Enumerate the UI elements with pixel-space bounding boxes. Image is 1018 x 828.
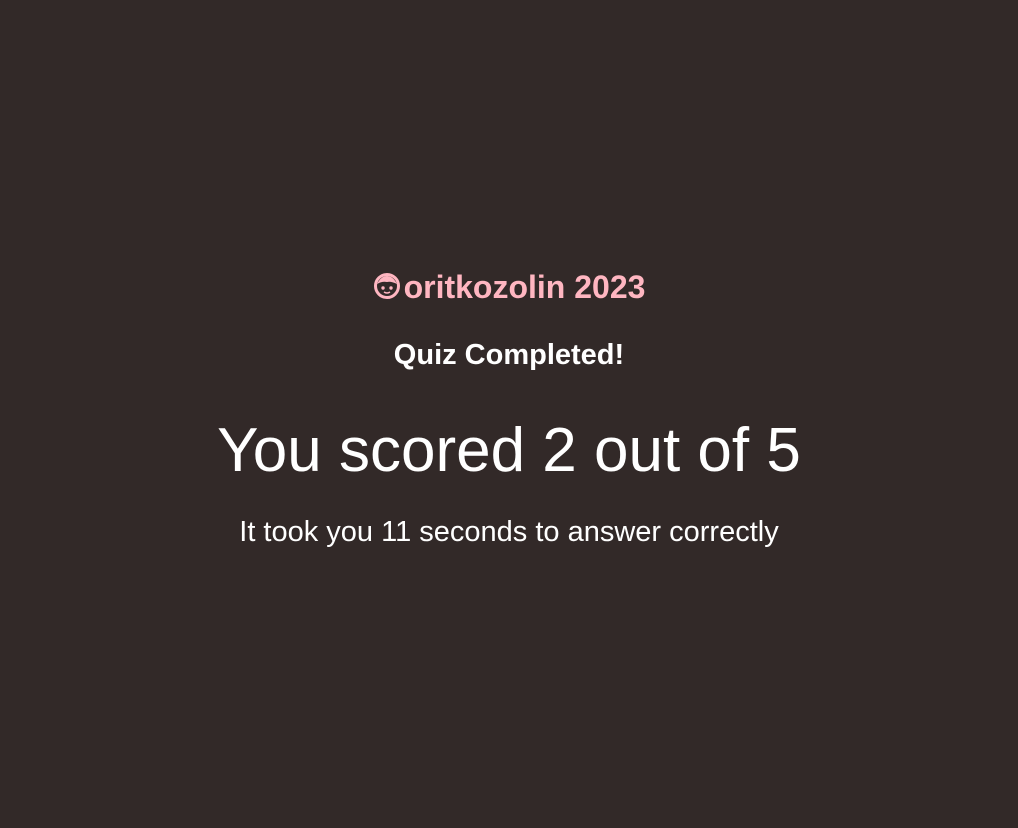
quiz-status-heading: Quiz Completed! bbox=[393, 339, 625, 371]
brand-label: oritkozolin 2023 bbox=[403, 269, 646, 305]
score-text: You scored 2 out of 5 bbox=[217, 416, 801, 485]
quiz-result-page: oritkozolin 2023 Quiz Completed! You sco… bbox=[0, 0, 1018, 828]
child-face-icon bbox=[373, 272, 401, 300]
brand-heading: oritkozolin 2023 bbox=[0, 268, 1018, 306]
time-text: It took you 11 seconds to answer correct… bbox=[239, 516, 779, 548]
